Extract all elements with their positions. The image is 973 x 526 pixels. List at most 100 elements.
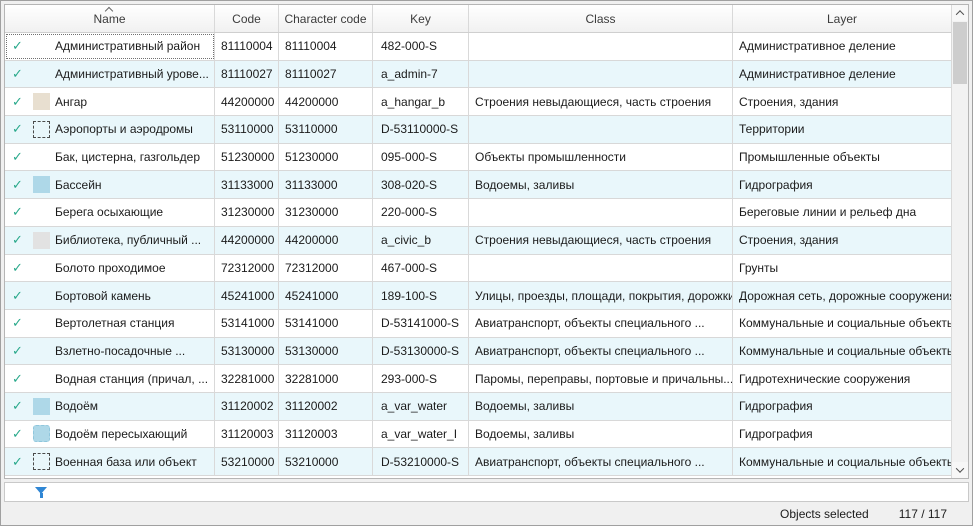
scroll-down-button[interactable]: [952, 462, 968, 478]
scrollbar-thumb[interactable]: [953, 22, 967, 84]
name-cell[interactable]: ✓ Болото проходимое: [5, 255, 215, 282]
column-header-name[interactable]: Name: [5, 5, 215, 32]
row-name: Бортовой камень: [55, 289, 151, 303]
row-class: Улицы, проезды, площади, покрытия, дорож…: [469, 282, 733, 309]
row-class: Паромы, переправы, портовые и причальны.…: [469, 365, 733, 392]
row-key: 293-000-S: [373, 365, 469, 392]
row-class: [469, 33, 733, 60]
name-cell[interactable]: ✓ Водная станция (причал, ...: [5, 365, 215, 392]
column-header-key[interactable]: Key: [373, 5, 469, 32]
table-row[interactable]: ✓ Ангар 44200000 44200000 a_hangar_b Стр…: [5, 88, 951, 116]
objects-table: Name Code Character code Key Class Layer: [5, 5, 951, 478]
table-row[interactable]: ✓ Административный район 81110004 811100…: [5, 33, 951, 61]
name-cell[interactable]: ✓ Бассейн: [5, 171, 215, 198]
row-code: 32281000: [215, 365, 279, 392]
symbol-swatch-icon: [33, 232, 50, 249]
row-character-code: 72312000: [279, 255, 373, 282]
row-code: 53110000: [215, 116, 279, 143]
row-name: Библиотека, публичный ...: [55, 233, 201, 247]
object-classifier-window: Name Code Character code Key Class Layer: [0, 0, 973, 526]
name-cell[interactable]: ✓ Водоём пересыхающий: [5, 421, 215, 448]
symbol-swatch-icon: [33, 66, 50, 83]
row-code: 31120002: [215, 393, 279, 420]
table-row[interactable]: ✓ Аэропорты и аэродромы 53110000 5311000…: [5, 116, 951, 144]
row-code: 72312000: [215, 255, 279, 282]
table-row[interactable]: ✓ Библиотека, публичный ... 44200000 442…: [5, 227, 951, 255]
name-cell[interactable]: ✓ Административный урове...: [5, 61, 215, 88]
row-key: a_var_water_I: [373, 421, 469, 448]
row-name: Ангар: [55, 95, 87, 109]
row-code: 31120003: [215, 421, 279, 448]
column-header-layer[interactable]: Layer: [733, 5, 951, 32]
row-character-code: 32281000: [279, 365, 373, 392]
row-class: Авиатранспорт, объекты специального ...: [469, 338, 733, 365]
check-icon: ✓: [12, 121, 28, 137]
row-class: Строения невыдающиеся, часть строения: [469, 227, 733, 254]
table-row[interactable]: ✓ Болото проходимое 72312000 72312000 46…: [5, 255, 951, 283]
name-cell[interactable]: ✓ Ангар: [5, 88, 215, 115]
row-layer: Гидрография: [733, 421, 951, 448]
row-layer: Строения, здания: [733, 227, 951, 254]
row-name: Вертолетная станция: [55, 316, 175, 330]
symbol-swatch-icon: [33, 176, 50, 193]
table-row[interactable]: ✓ Берега осыхающие 31230000 31230000 220…: [5, 199, 951, 227]
row-key: D-53130000-S: [373, 338, 469, 365]
row-character-code: 31230000: [279, 199, 373, 226]
table-row[interactable]: ✓ Бортовой камень 45241000 45241000 189-…: [5, 282, 951, 310]
table-row[interactable]: ✓ Бассейн 31133000 31133000 308-020-S Во…: [5, 171, 951, 199]
filter-funnel-icon[interactable]: [35, 487, 47, 498]
check-icon: ✓: [12, 38, 28, 54]
filter-bar[interactable]: [4, 482, 969, 502]
table-row[interactable]: ✓ Взлетно-посадочные ... 53130000 531300…: [5, 338, 951, 366]
name-cell[interactable]: ✓ Бак, цистерна, газгольдер: [5, 144, 215, 171]
check-icon: ✓: [12, 149, 28, 165]
table-container: Name Code Character code Key Class Layer: [4, 4, 969, 479]
name-cell[interactable]: ✓ Водоём: [5, 393, 215, 420]
chevron-up-icon: [956, 10, 964, 18]
symbol-swatch-icon: [33, 93, 50, 110]
column-header-code[interactable]: Code: [215, 5, 279, 32]
table-row[interactable]: ✓ Вертолетная станция 53141000 53141000 …: [5, 310, 951, 338]
symbol-swatch-icon: [33, 204, 50, 221]
row-character-code: 53110000: [279, 116, 373, 143]
column-header-character-code[interactable]: Character code: [279, 5, 373, 32]
scrollbar-track[interactable]: [952, 21, 968, 462]
name-cell[interactable]: ✓ Берега осыхающие: [5, 199, 215, 226]
row-code: 44200000: [215, 227, 279, 254]
scroll-up-button[interactable]: [952, 5, 968, 21]
row-layer: Гидротехнические сооружения: [733, 365, 951, 392]
check-icon: ✓: [12, 94, 28, 110]
name-cell[interactable]: ✓ Бортовой камень: [5, 282, 215, 309]
row-name: Административный район: [55, 39, 200, 53]
table-row[interactable]: ✓ Бак, цистерна, газгольдер 51230000 512…: [5, 144, 951, 172]
row-key: D-53110000-S: [373, 116, 469, 143]
row-layer: Коммунальные и социальные объекты: [733, 310, 951, 337]
row-class: [469, 255, 733, 282]
vertical-scrollbar[interactable]: [951, 5, 968, 478]
row-name: Водоём пересыхающий: [55, 427, 187, 441]
table-body: ✓ Административный район 81110004 811100…: [5, 33, 951, 478]
table-row[interactable]: ✓ Водная станция (причал, ... 32281000 3…: [5, 365, 951, 393]
row-layer: Территории: [733, 116, 951, 143]
name-cell[interactable]: ✓ Аэропорты и аэродромы: [5, 116, 215, 143]
table-row[interactable]: ✓ Водоём пересыхающий 31120003 31120003 …: [5, 421, 951, 449]
table-row[interactable]: ✓ Водоём 31120002 31120002 a_var_water В…: [5, 393, 951, 421]
column-header-label: Layer: [827, 12, 857, 26]
name-cell[interactable]: ✓ Взлетно-посадочные ...: [5, 338, 215, 365]
table-row[interactable]: ✓ Военная база или объект 53210000 53210…: [5, 448, 951, 476]
row-layer: Гидрография: [733, 171, 951, 198]
column-header-class[interactable]: Class: [469, 5, 733, 32]
table-row[interactable]: ✓ Административный урове... 81110027 811…: [5, 61, 951, 89]
check-icon: ✓: [12, 288, 28, 304]
name-cell[interactable]: ✓ Административный район: [5, 33, 215, 60]
check-icon: ✓: [12, 398, 28, 414]
row-code: 53210000: [215, 448, 279, 475]
symbol-swatch-icon: [33, 370, 50, 387]
row-class: [469, 199, 733, 226]
row-class: Водоемы, заливы: [469, 393, 733, 420]
row-layer: Грунты: [733, 255, 951, 282]
name-cell[interactable]: ✓ Военная база или объект: [5, 448, 215, 475]
row-name: Водоём: [55, 399, 98, 413]
name-cell[interactable]: ✓ Библиотека, публичный ...: [5, 227, 215, 254]
name-cell[interactable]: ✓ Вертолетная станция: [5, 310, 215, 337]
